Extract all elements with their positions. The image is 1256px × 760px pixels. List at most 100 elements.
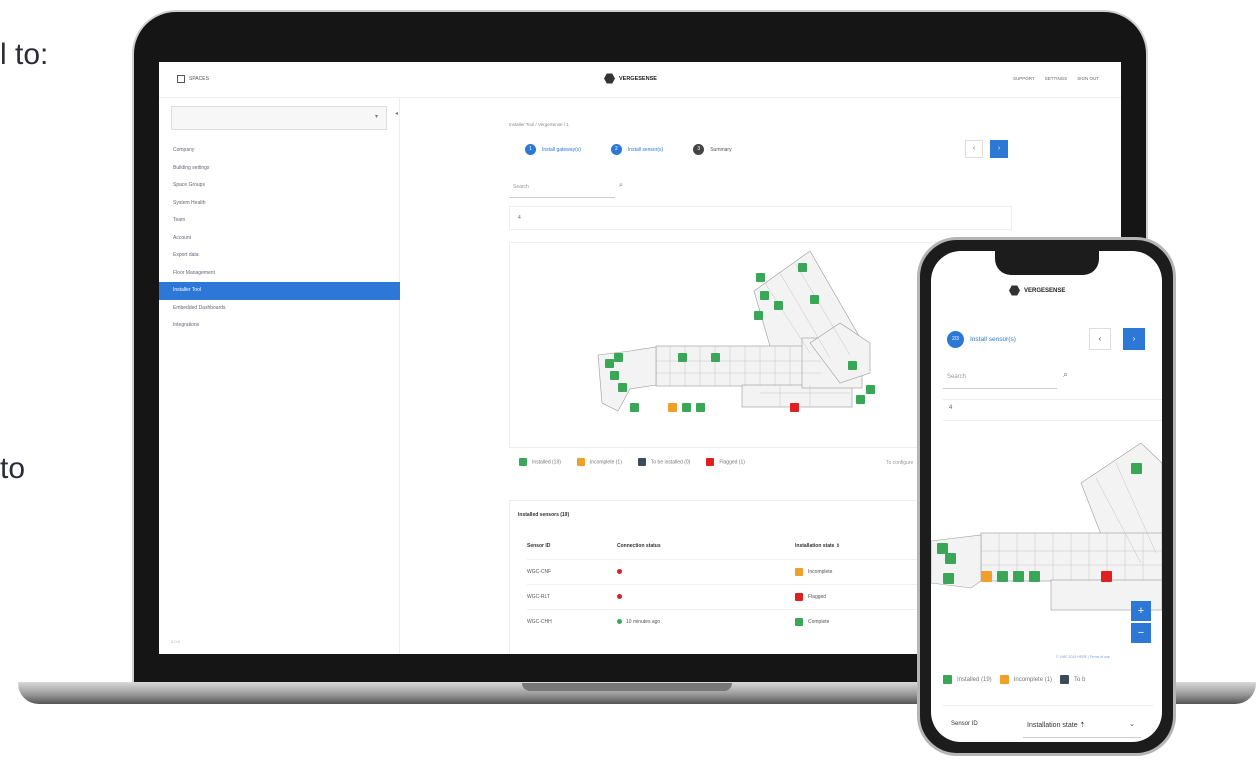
sidebar-item[interactable]: Export data [159,247,400,265]
sensor-marker[interactable] [1101,571,1112,582]
legend-swatch [637,458,646,466]
sensor-marker[interactable] [682,403,691,412]
legend-label: Incomplete (1) [1013,677,1053,684]
sensor-marker[interactable] [981,571,992,582]
phone-next-button[interactable]: › [1123,328,1145,350]
step-label: Install sensor(s) [627,146,664,153]
step-install-sensors[interactable]: 2 Install sensor(s) [610,144,664,155]
prev-button[interactable]: ‹ [965,140,983,158]
building-select[interactable]: ▾ [171,106,387,130]
legend-label: Installed (19) [957,677,992,684]
collapse-sidebar-icon[interactable]: ◂ [395,110,398,117]
step-label: Install gateway(s) [542,146,581,153]
map-attribution[interactable]: © 1987-2019 HERE | Terms of use [1056,655,1110,659]
sensor-marker[interactable] [848,361,857,370]
search-icon[interactable]: ⌕ [619,182,623,190]
sensor-marker[interactable] [760,291,769,300]
sensor-id: WGC-CNF [527,569,552,575]
zoom-in-button[interactable]: + [1131,601,1151,621]
search-icon[interactable]: ⌕ [1063,369,1068,380]
phone-sensor-table: Sensor ID Installation state ⇡ ⌄ [943,705,1153,742]
breadcrumb[interactable]: Installer Tool / VergeSense / 1 [509,122,569,127]
sensor-marker[interactable] [678,353,687,362]
sensor-marker[interactable] [711,353,720,362]
legend-swatch [999,675,1009,684]
phone-floor-plan-map[interactable]: + − [931,423,1162,653]
col-sensor-id[interactable]: Sensor ID [951,721,978,727]
legend-swatch [1060,675,1070,684]
support-link[interactable]: SUPPORT [1013,76,1035,81]
sensor-marker[interactable] [997,571,1008,582]
phone-search-input[interactable]: Search [943,367,1057,389]
sign-out-link[interactable]: SIGN OUT [1077,76,1099,81]
state-text: Incomplete [808,569,833,575]
sidebar-item[interactable]: System Health [159,195,400,213]
sensor-marker[interactable] [696,403,705,412]
sidebar-item[interactable]: Embedded Dashboards [159,300,400,318]
sensor-marker[interactable] [618,383,627,392]
sensor-marker[interactable] [774,301,783,310]
state-swatch [795,617,803,626]
phone-prev-button[interactable]: ‹ [1089,328,1111,350]
sidebar-item[interactable]: Team [159,212,400,230]
search-input[interactable]: Search [509,176,615,198]
sensor-marker[interactable] [943,573,954,584]
cropped-caption-text: to [0,452,26,485]
logo-icon [1009,285,1020,296]
sensor-marker[interactable] [937,543,948,554]
grid-icon [177,75,185,83]
step-number: 1 [525,144,536,155]
sensor-marker[interactable] [798,263,807,272]
sensor-marker[interactable] [1029,571,1040,582]
sensor-marker[interactable] [1131,463,1142,474]
step-install-gateways[interactable]: 1 Install gateway(s) [525,144,581,155]
legend-swatch [943,675,952,684]
phone-floor-collapse[interactable]: 4 [943,399,1162,421]
sensor-marker[interactable] [866,385,875,394]
sensor-marker[interactable] [1013,571,1024,582]
sidebar-item[interactable]: Floor Management [159,265,400,283]
step-label: Summary [710,146,732,153]
logo-text: VERGESENSE [1024,287,1066,294]
col-sensor-id[interactable]: Sensor ID [527,543,550,549]
sidebar-item[interactable]: Integrations [159,317,400,335]
sidebar-item[interactable]: Company [159,142,400,160]
floor-collapse[interactable]: 4 [509,206,1012,230]
next-button[interactable]: › [990,140,1008,158]
legend-item: Incomplete (1) [999,675,1053,684]
col-installation-state[interactable]: Installation state ⇕ [795,543,840,549]
sensor-marker[interactable] [856,395,865,404]
sensor-marker[interactable] [610,371,619,380]
sidebar-item[interactable]: Installer Tool [159,282,400,300]
status-text: 10 minutes ago [626,619,661,625]
sidebar-menu: Company Building settings Space Groups Syst… [159,142,400,335]
phone-step[interactable]: 2/3 Install sensor(s) [947,331,1016,348]
chevron-down-icon: ⌄ [1129,721,1135,728]
logo: VERGESENSE [604,73,657,84]
col-connection-status[interactable]: Connection status [617,543,661,549]
table-title: Installed sensors (19) [518,512,570,518]
step-summary[interactable]: 3 Summary [693,144,732,155]
sensor-marker[interactable] [668,403,677,412]
sidebar-item[interactable]: Account [159,230,400,248]
zoom-out-button[interactable]: − [1131,623,1151,643]
connection-status [617,560,622,585]
sensor-marker[interactable] [790,403,799,412]
sensor-marker[interactable] [754,311,763,320]
sensor-marker[interactable] [945,553,956,564]
legend-label: Installed (19) [532,459,561,466]
phone-logo: VERGESENSE [1009,285,1065,296]
sensor-marker[interactable] [630,403,639,412]
sidebar-item[interactable]: Space Groups [159,177,400,195]
sensor-marker[interactable] [605,359,614,368]
sensor-marker[interactable] [810,295,819,304]
installation-state-select[interactable]: Installation state ⇡ ⌄ [1023,712,1141,738]
sidebar-item[interactable]: Building settings [159,160,400,178]
spaces-menu[interactable]: SPACES [177,75,209,83]
select-value: Installation state ⇡ [1027,722,1086,729]
sensor-marker[interactable] [756,273,765,282]
laptop-notch [522,683,732,691]
settings-link[interactable]: SETTINGS [1045,76,1068,81]
sensor-marker[interactable] [614,353,623,362]
phone-notch [995,251,1099,275]
